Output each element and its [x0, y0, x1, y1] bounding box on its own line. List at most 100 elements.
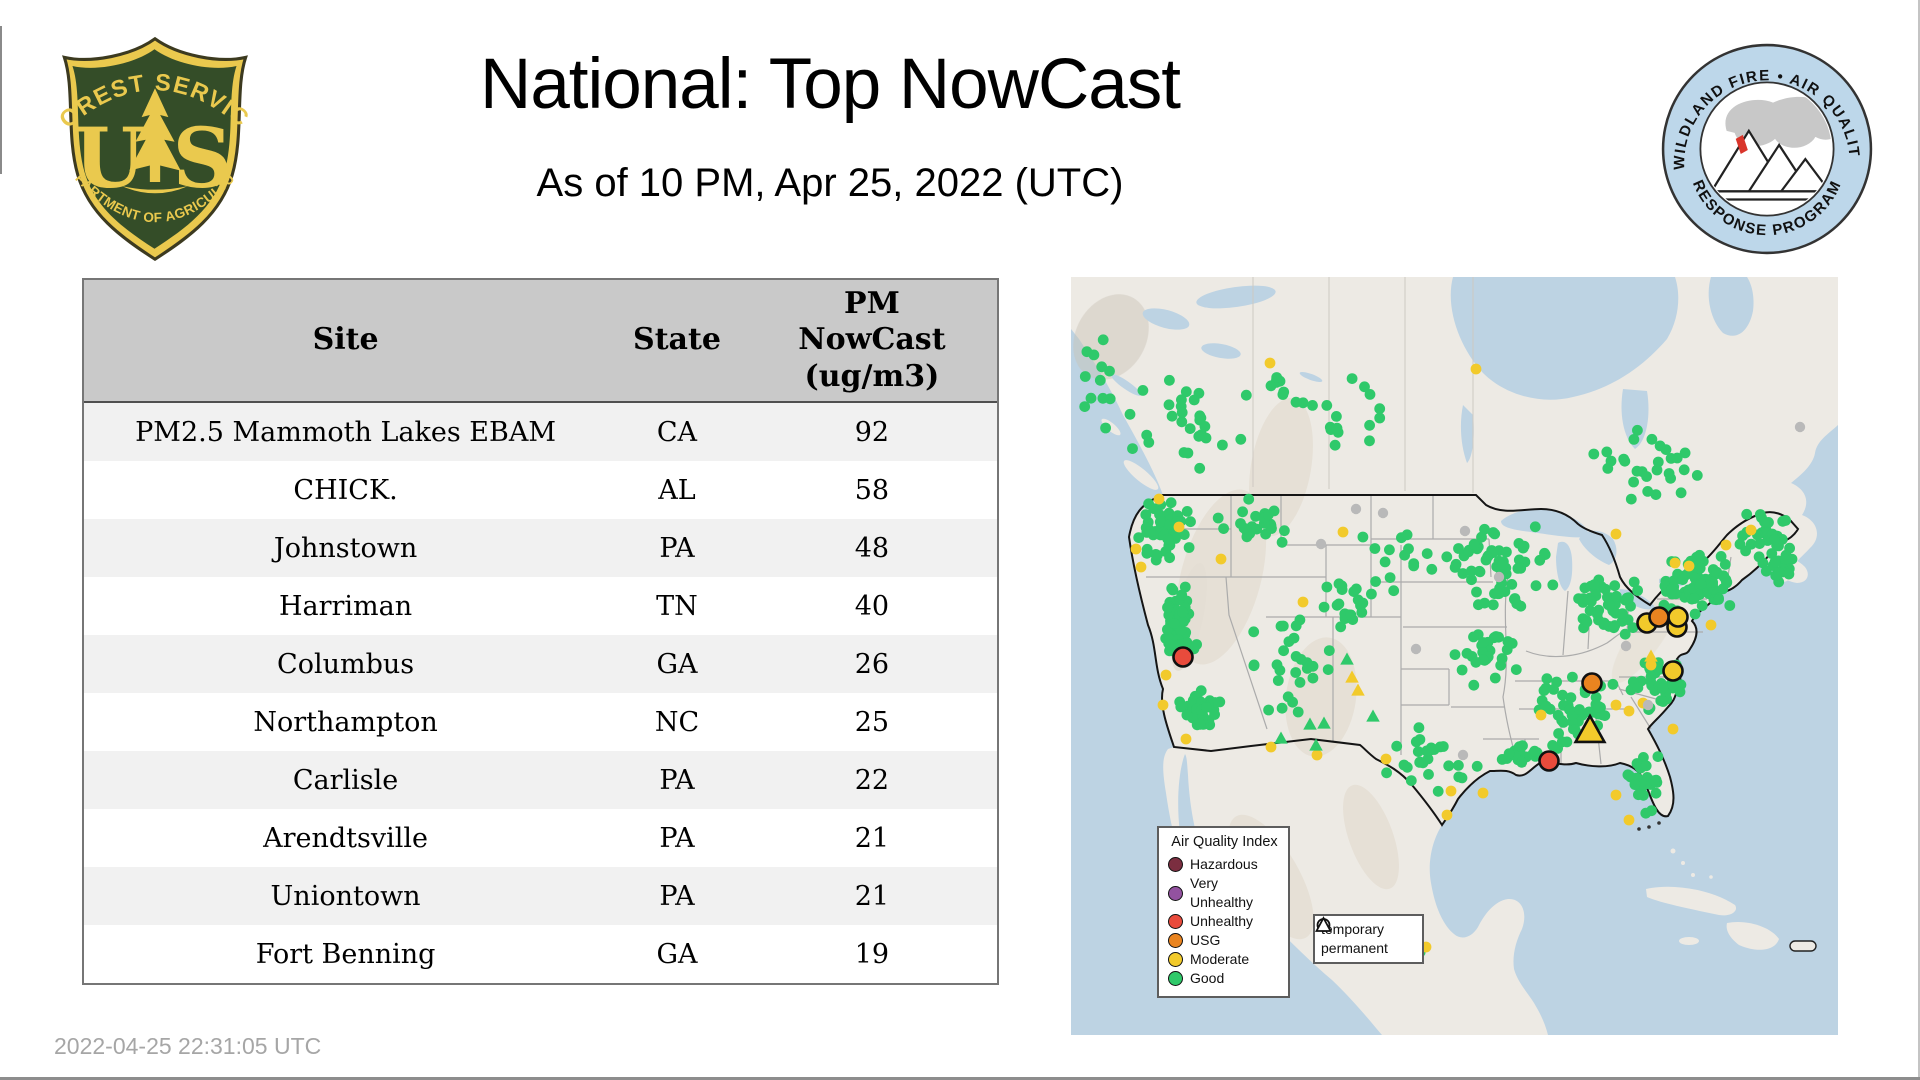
- value-cell: 40: [854, 590, 890, 622]
- monitor-dot: [1599, 710, 1611, 721]
- monitor-dot: [1081, 346, 1093, 358]
- monitor-dot: [1153, 493, 1165, 505]
- monitor-dot: [1165, 497, 1177, 509]
- monitor-dot: [1715, 551, 1727, 562]
- monitor-dot: [1441, 551, 1453, 563]
- monitor-dot: [1248, 659, 1260, 671]
- legend-swatch-icon: [1168, 952, 1183, 967]
- legend-label: Unhealthy: [1190, 913, 1254, 929]
- legend-item: Hazardous: [1168, 855, 1281, 874]
- monitor-dot: [1631, 465, 1643, 477]
- monitor-dot: [1177, 606, 1189, 618]
- monitor-dot: [1593, 701, 1605, 713]
- legend-item: Very Unhealthy: [1168, 874, 1281, 912]
- site-cell: CHICK.: [293, 474, 398, 506]
- monitor-dot: [1553, 728, 1564, 739]
- monitor-dot: [1408, 560, 1420, 572]
- monitor-dot: [1157, 699, 1169, 711]
- monitor-dot: [1165, 639, 1176, 651]
- monitor-dot: [1194, 462, 1206, 474]
- monitor-dot: [1384, 572, 1396, 583]
- legend-swatch-icon: [1168, 971, 1183, 986]
- value-cell: 21: [854, 880, 890, 912]
- monitor-dot: [1423, 769, 1434, 780]
- monitor-dot: [1489, 672, 1501, 684]
- monitor-dot: [1279, 525, 1290, 537]
- monitor-dot: [1677, 574, 1689, 585]
- monitor-dot: [1322, 664, 1334, 675]
- monitor-dot: [1654, 440, 1666, 452]
- monitor-dot: [1741, 508, 1753, 520]
- monitor-dot: [1480, 554, 1492, 566]
- monitor-dot: [1235, 433, 1247, 445]
- monitor-dot: [1621, 592, 1633, 604]
- top-site-marker: [1667, 606, 1689, 628]
- monitor-dot: [1609, 580, 1621, 592]
- monitor-dot: [1250, 510, 1261, 522]
- monitor-dot: [1512, 563, 1524, 574]
- table-row: Columbus GA 26: [84, 635, 997, 693]
- monitor-dot: [1290, 620, 1302, 632]
- monitor-dot: [1398, 759, 1410, 771]
- monitor-dot: [1669, 557, 1681, 569]
- monitor-dot: [1405, 775, 1417, 786]
- monitor-dot: [1315, 538, 1327, 550]
- monitor-dot: [1769, 556, 1781, 568]
- monitor-dot: [1623, 705, 1635, 717]
- monitor-dot: [1502, 636, 1514, 647]
- monitor-dot: [1381, 767, 1392, 779]
- monitor-dot: [1632, 682, 1644, 694]
- table-header: Site State PM NowCast (ug/m3): [84, 280, 997, 403]
- monitor-dot: [1780, 515, 1791, 526]
- monitor-dot: [1137, 385, 1149, 396]
- legend-item: USG: [1168, 931, 1281, 950]
- monitor-dot: [1164, 374, 1175, 386]
- legend-label: Very Unhealthy: [1190, 875, 1254, 910]
- monitor-dot: [1388, 585, 1400, 597]
- monitor-dot: [1666, 584, 1677, 595]
- monitor-dot: [1278, 645, 1289, 657]
- monitor-dot: [1374, 412, 1386, 424]
- monitor-dot: [1331, 411, 1342, 422]
- value-cell: 19: [854, 938, 890, 970]
- monitor-dot: [1610, 528, 1622, 540]
- monitor-dot: [1237, 506, 1248, 518]
- monitor-dot: [1675, 487, 1687, 499]
- monitor-dot: [1468, 631, 1479, 643]
- monitor-dot: [1547, 740, 1558, 751]
- permanent-legend-row: permanent: [1315, 916, 1416, 958]
- monitor-dot: [1176, 407, 1188, 418]
- legend-label: Hazardous: [1190, 856, 1258, 872]
- monitor-dot: [1359, 381, 1370, 393]
- monitor-dot: [1607, 678, 1619, 690]
- state-cell: NC: [654, 706, 700, 738]
- monitor-dot: [1421, 548, 1433, 559]
- table-row: Uniontown PA 21: [84, 867, 997, 925]
- monitor-dot: [1215, 553, 1227, 565]
- monitor-dot: [1369, 543, 1381, 554]
- monitor-dot: [1352, 594, 1364, 606]
- monitor-dot: [1683, 560, 1695, 572]
- monitor-dot: [1333, 598, 1345, 610]
- monitor-dot: [1133, 532, 1145, 543]
- monitor-dot: [1294, 677, 1306, 688]
- value-cell: 48: [854, 532, 890, 564]
- monitor-dot: [1140, 509, 1152, 521]
- monitor-dot: [1350, 583, 1362, 595]
- site-cell: Columbus: [277, 648, 415, 680]
- monitor-dot: [1760, 565, 1772, 577]
- monitor-dot: [1689, 608, 1701, 620]
- monitor-dot: [1534, 554, 1546, 566]
- monitor-dot: [1487, 599, 1499, 611]
- temporary-legend-row: temporary: [1316, 918, 1416, 939]
- monitor-dot: [1130, 543, 1142, 555]
- monitor-dot: [1633, 789, 1644, 801]
- legend-label: Moderate: [1190, 951, 1250, 967]
- monitor-dot: [1414, 734, 1426, 745]
- monitor-dot: [1264, 357, 1276, 369]
- monitor-dot: [1212, 512, 1224, 524]
- monitor-dot: [1079, 401, 1091, 412]
- monitor-dot: [1337, 526, 1349, 538]
- monitor-dot: [1364, 419, 1375, 431]
- monitor-dot: [1410, 643, 1422, 655]
